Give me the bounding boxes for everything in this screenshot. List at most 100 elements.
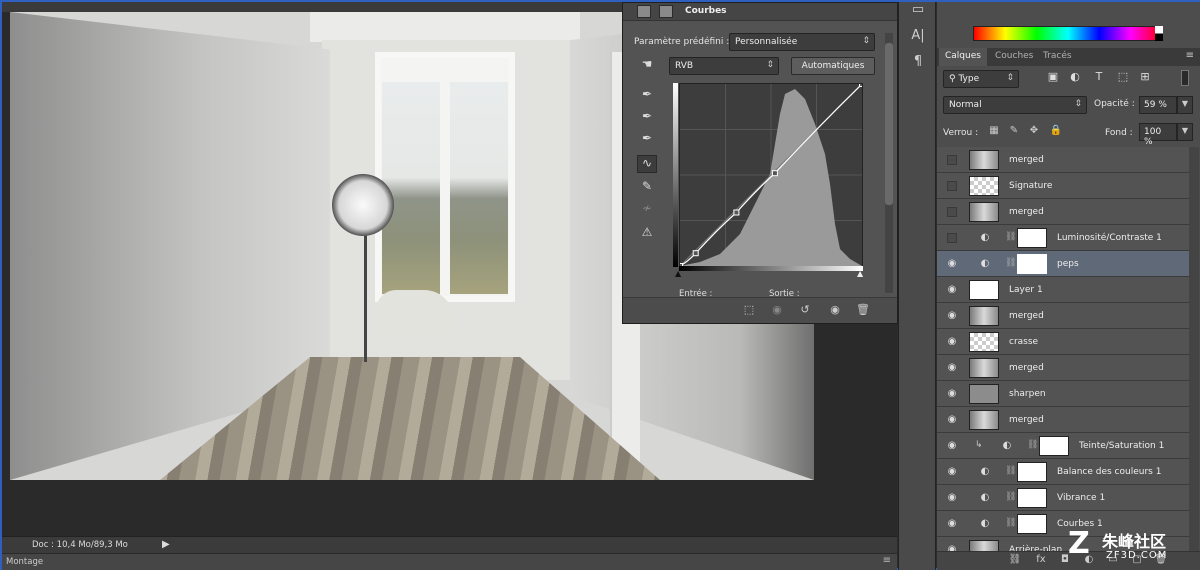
- eye-icon[interactable]: ◉: [946, 544, 958, 551]
- layer-mask-thumbnail[interactable]: [1017, 462, 1047, 482]
- layer-row[interactable]: ◉ Layer 1: [937, 277, 1189, 303]
- layer-name[interactable]: merged: [1009, 311, 1044, 321]
- lock-all-icon[interactable]: 🔒: [1049, 125, 1063, 139]
- layer-row[interactable]: Signature: [937, 173, 1189, 199]
- status-menu-arrow-icon[interactable]: ▶: [162, 539, 170, 550]
- layer-name[interactable]: Teinte/Saturation 1: [1079, 441, 1164, 451]
- white-slider-icon[interactable]: ▲: [857, 269, 863, 278]
- filter-smart-object-icon[interactable]: ⊞: [1137, 70, 1153, 86]
- curve-control-point[interactable]: [733, 209, 740, 216]
- layer-thumbnail[interactable]: [969, 332, 999, 352]
- white-point-eyedropper-icon[interactable]: ✒: [637, 131, 657, 149]
- layer-thumbnail[interactable]: [969, 358, 999, 378]
- fill-chevron-down-icon[interactable]: ▼: [1177, 123, 1193, 141]
- reset-icon[interactable]: ↺: [797, 303, 813, 317]
- preset-dropdown[interactable]: Personnalisée ⇕: [729, 33, 875, 51]
- curve-control-point[interactable]: [692, 250, 699, 257]
- panel-menu-icon[interactable]: ≡: [883, 555, 891, 566]
- eye-icon[interactable]: ◉: [946, 388, 958, 400]
- tab-calques[interactable]: Calques: [939, 48, 987, 66]
- layer-row[interactable]: ◐ ⛓ Luminosité/Contraste 1: [937, 225, 1189, 251]
- lock-transparency-icon[interactable]: ▦: [987, 125, 1001, 139]
- mask-link-icon[interactable]: ⛓: [1027, 440, 1038, 452]
- curve-svg[interactable]: [677, 81, 865, 269]
- layer-name[interactable]: Layer 1: [1009, 285, 1043, 295]
- visibility-toggle[interactable]: [947, 155, 957, 165]
- layer-mask-thumbnail[interactable]: [1017, 514, 1047, 534]
- curve-graph[interactable]: [677, 81, 865, 269]
- panel-menu-icon[interactable]: ≡: [1186, 50, 1194, 61]
- filter-toggle[interactable]: [1181, 70, 1189, 86]
- visibility-toggle[interactable]: [947, 233, 957, 243]
- curve-control-point[interactable]: [771, 170, 778, 177]
- layer-row[interactable]: ◉ sharpen: [937, 381, 1189, 407]
- layer-row[interactable]: ◉ ◐ ⛓ peps: [937, 251, 1189, 277]
- trash-icon[interactable]: 🗑: [855, 303, 871, 317]
- black-slider-icon[interactable]: ▲: [675, 269, 681, 278]
- auto-button[interactable]: Automatiques: [791, 57, 875, 75]
- edit-points-curve-icon[interactable]: ∿: [637, 155, 657, 173]
- view-previous-icon[interactable]: ◉: [769, 303, 785, 317]
- layer-name[interactable]: crasse: [1009, 337, 1038, 347]
- mask-link-icon[interactable]: ⛓: [1005, 518, 1016, 530]
- strip-top-icon[interactable]: ▭: [907, 2, 929, 22]
- layer-style-fx-icon[interactable]: fx: [1033, 554, 1049, 568]
- layer-row[interactable]: ◉ ↳ ◐ ⛓ Teinte/Saturation 1: [937, 433, 1189, 459]
- filter-adjustment-icon[interactable]: ◐: [1067, 70, 1083, 86]
- layer-name[interactable]: Signature: [1009, 181, 1052, 191]
- eye-icon[interactable]: ◉: [946, 518, 958, 530]
- mask-link-icon[interactable]: ⛓: [1005, 258, 1016, 270]
- layers-scrollbar[interactable]: [1189, 147, 1199, 551]
- link-layers-icon[interactable]: ⛓: [1007, 554, 1023, 568]
- layer-name[interactable]: merged: [1009, 415, 1044, 425]
- layer-name[interactable]: merged: [1009, 207, 1044, 217]
- layer-thumbnail[interactable]: [969, 202, 999, 222]
- curves-scrollbar-thumb[interactable]: [885, 43, 893, 205]
- eye-icon[interactable]: ◉: [946, 492, 958, 504]
- layer-row[interactable]: merged: [937, 147, 1189, 173]
- black-point-eyedropper-icon[interactable]: ✒: [637, 87, 657, 105]
- layer-name[interactable]: sharpen: [1009, 389, 1046, 399]
- layer-thumbnail[interactable]: [969, 280, 999, 300]
- layer-name[interactable]: Balance des couleurs 1: [1057, 467, 1161, 477]
- color-ramp[interactable]: [973, 26, 1163, 41]
- visibility-toggle[interactable]: [947, 181, 957, 191]
- smooth-curve-icon[interactable]: ≁: [637, 201, 657, 219]
- curve-control-point[interactable]: [859, 81, 865, 87]
- lock-position-move-icon[interactable]: ✥: [1027, 125, 1041, 139]
- layer-name[interactable]: Vibrance 1: [1057, 493, 1105, 503]
- eye-icon[interactable]: ◉: [946, 258, 958, 270]
- layer-filter-dropdown[interactable]: ⚲ Type ⇕: [943, 70, 1019, 88]
- gray-point-eyedropper-icon[interactable]: ✒: [637, 109, 657, 127]
- eye-icon[interactable]: ◉: [946, 284, 958, 296]
- mask-link-icon[interactable]: ⛓: [1005, 232, 1016, 244]
- layer-row[interactable]: ◉ crasse: [937, 329, 1189, 355]
- layer-row[interactable]: ◉ merged: [937, 355, 1189, 381]
- black-white-swatch[interactable]: [1155, 26, 1163, 41]
- opacity-input[interactable]: 59 %: [1139, 96, 1177, 114]
- channel-dropdown[interactable]: RVB ⇕: [669, 57, 779, 75]
- layer-name[interactable]: merged: [1009, 363, 1044, 373]
- visibility-toggle[interactable]: [947, 207, 957, 217]
- layer-mask-thumbnail[interactable]: [1017, 228, 1047, 248]
- clip-to-layer-icon[interactable]: ⬚: [741, 303, 757, 317]
- mask-link-icon[interactable]: ⛓: [1005, 492, 1016, 504]
- mask-link-icon[interactable]: ⛓: [1005, 466, 1016, 478]
- layer-thumbnail[interactable]: [969, 384, 999, 404]
- layer-row[interactable]: merged: [937, 199, 1189, 225]
- targeted-adjustment-hand-icon[interactable]: ☚: [637, 57, 657, 75]
- layer-thumbnail[interactable]: [969, 150, 999, 170]
- filter-pixel-icon[interactable]: ▣: [1045, 70, 1061, 86]
- layer-thumbnail[interactable]: [969, 410, 999, 430]
- lock-paint-brush-icon[interactable]: ✎: [1007, 125, 1021, 139]
- layer-thumbnail[interactable]: [969, 176, 999, 196]
- montage-label[interactable]: Montage: [6, 557, 43, 567]
- layer-mask-thumbnail[interactable]: [1017, 488, 1047, 508]
- eye-icon[interactable]: ◉: [946, 440, 958, 452]
- filter-shape-icon[interactable]: ⬚: [1115, 70, 1131, 86]
- eye-icon[interactable]: ◉: [946, 310, 958, 322]
- layer-row[interactable]: ◉ merged: [937, 303, 1189, 329]
- eye-icon[interactable]: ◉: [946, 336, 958, 348]
- paragraph-panel-icon[interactable]: ¶: [907, 54, 929, 74]
- layer-mask-thumbnail[interactable]: [1017, 254, 1047, 274]
